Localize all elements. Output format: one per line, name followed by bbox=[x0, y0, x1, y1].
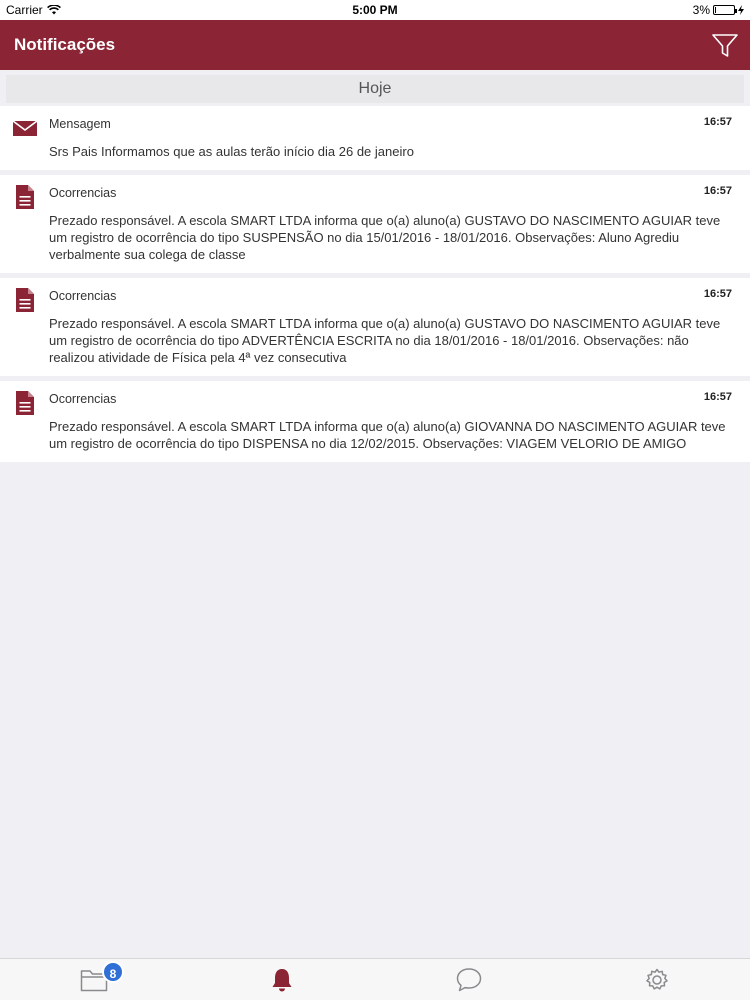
filter-button[interactable] bbox=[712, 34, 738, 58]
unread-badge: 8 bbox=[102, 961, 124, 983]
notification-time: 16:57 bbox=[703, 116, 732, 128]
document-icon bbox=[16, 391, 34, 415]
notification-body: Prezado responsável. A escola SMART LTDA… bbox=[49, 213, 721, 262]
charging-icon bbox=[738, 5, 744, 15]
notification-time: 16:57 bbox=[703, 185, 732, 197]
notification-list: Mensagem 16:57 Srs Pais Informamos que a… bbox=[0, 106, 750, 467]
notification-time: 16:57 bbox=[703, 391, 732, 403]
battery-percent: 3% bbox=[692, 3, 710, 17]
notification-item[interactable]: Ocorrencias 16:57 Prezado responsável. A… bbox=[0, 175, 750, 273]
filter-icon bbox=[712, 34, 738, 57]
navigation-bar: Notificações bbox=[0, 20, 750, 70]
notification-type: Mensagem bbox=[49, 117, 111, 131]
notification-item[interactable]: Mensagem 16:57 Srs Pais Informamos que a… bbox=[0, 106, 750, 170]
tab-bar: 8 bbox=[0, 958, 750, 1000]
tab-settings[interactable] bbox=[643, 967, 671, 993]
gear-icon bbox=[646, 968, 668, 990]
tab-messages[interactable] bbox=[455, 967, 483, 993]
envelope-icon bbox=[13, 120, 37, 136]
page-title: Notificações bbox=[14, 35, 116, 54]
notification-type: Ocorrencias bbox=[49, 186, 117, 200]
notification-time: 16:57 bbox=[703, 288, 732, 300]
battery-icon bbox=[713, 5, 737, 15]
bell-icon bbox=[272, 969, 292, 992]
chat-bubble-icon bbox=[456, 968, 482, 992]
status-time: 5:00 PM bbox=[352, 3, 398, 17]
document-icon bbox=[16, 288, 34, 312]
notification-type: Ocorrencias bbox=[49, 392, 117, 406]
notification-type: Ocorrencias bbox=[49, 289, 117, 303]
notification-body: Prezado responsável. A escola SMART LTDA… bbox=[49, 419, 726, 451]
status-bar: Carrier 5:00 PM 3% bbox=[0, 0, 750, 20]
battery-info: 3% bbox=[693, 3, 744, 17]
tab-notifications[interactable] bbox=[268, 967, 296, 993]
document-icon bbox=[16, 185, 34, 209]
notification-body: Srs Pais Informamos que as aulas terão i… bbox=[49, 144, 414, 159]
section-header-today: Hoje bbox=[6, 75, 744, 103]
notification-body: Prezado responsável. A escola SMART LTDA… bbox=[49, 316, 721, 365]
notification-item[interactable]: Ocorrencias 16:57 Prezado responsável. A… bbox=[0, 381, 750, 462]
notification-item[interactable]: Ocorrencias 16:57 Prezado responsável. A… bbox=[0, 278, 750, 376]
